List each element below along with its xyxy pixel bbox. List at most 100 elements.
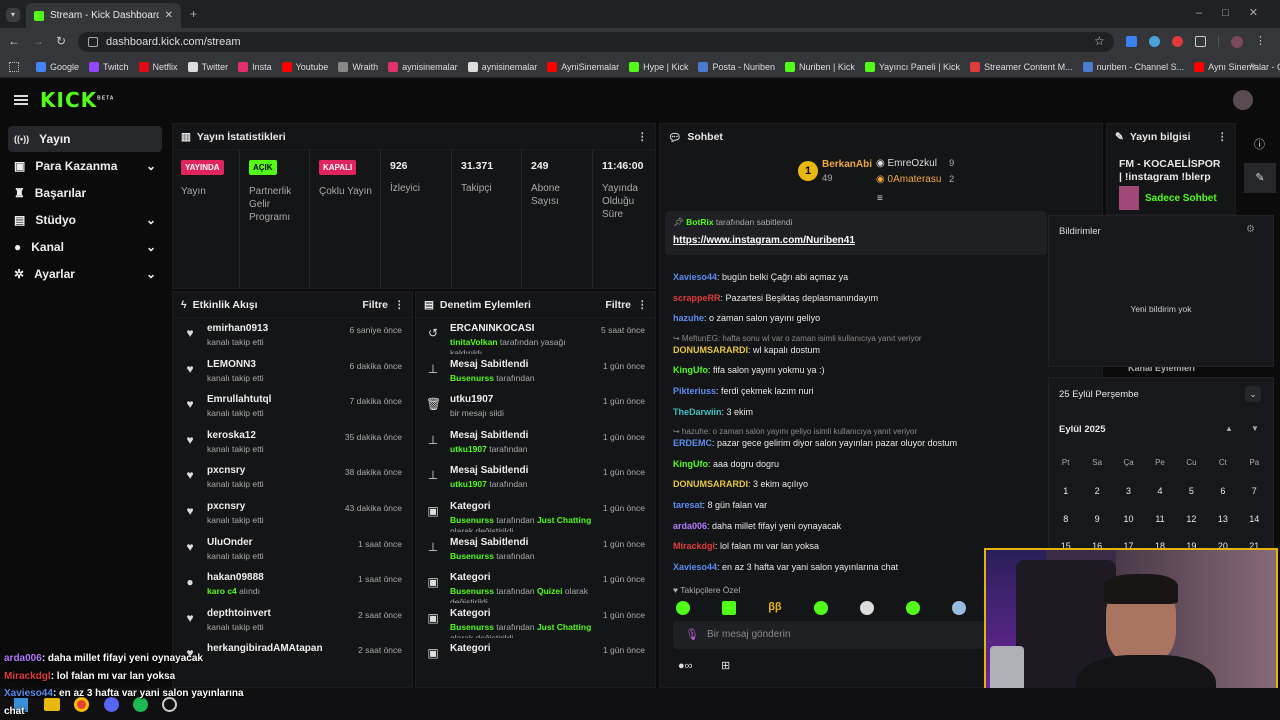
activity-user[interactable]: emirhan0913 [207, 323, 340, 334]
emote-icon[interactable] [952, 601, 966, 615]
activity-user[interactable]: pxcnsry [207, 501, 335, 512]
activity-user[interactable]: LEMONN3 [207, 359, 340, 370]
chat-username[interactable]: arda006 [673, 521, 707, 531]
collapse-calendar-icon[interactable]: ⌄ [1245, 386, 1261, 402]
chrome-icon[interactable] [74, 697, 89, 712]
bookmark-star-icon[interactable]: ☆ [1094, 34, 1105, 48]
forward-icon[interactable]: → [32, 34, 44, 48]
chat-username[interactable]: taresat [673, 500, 703, 510]
emote-icon[interactable] [813, 601, 828, 615]
sidebar-item-studio[interactable]: ▤ Stüdyo ⌄ [8, 207, 162, 233]
profile-avatar-icon[interactable] [1231, 36, 1243, 48]
chat-username[interactable]: ERDEMC [673, 438, 712, 448]
bookmark-item[interactable]: Posta - Nuriben [698, 61, 775, 72]
bookmark-item[interactable]: Wraith [338, 61, 378, 72]
bookmark-item[interactable]: Hype | Kick [629, 61, 688, 72]
more-options-icon[interactable]: ⋮ [1217, 131, 1228, 143]
chat-username[interactable]: TheDarwiin [673, 407, 722, 417]
calendar-day[interactable]: 11 [1144, 514, 1175, 524]
gift-icon[interactable]: ⊞ [721, 659, 730, 672]
bookmark-item[interactable]: Youtube [281, 61, 328, 72]
chat-username[interactable]: DONUMSARARDI [673, 479, 748, 489]
moderator-name[interactable]: Busenurss [450, 551, 494, 561]
filter-button[interactable]: Filtre [362, 299, 388, 311]
microphone-icon[interactable]: 🎙︎ [685, 628, 699, 641]
sidebar-item-settings[interactable]: ✲ Ayarlar ⌄ [8, 261, 162, 287]
chat-username[interactable]: KingUfo [673, 365, 708, 375]
prev-month-icon[interactable]: ▲ [1225, 424, 1233, 433]
activity-user[interactable]: UluOnder [207, 537, 348, 548]
emote-icon[interactable] [905, 601, 920, 615]
bookmark-item[interactable]: aynisinemalar [388, 61, 458, 72]
moderator-name[interactable]: Busenurss [450, 373, 494, 383]
activity-user[interactable]: pxcnsry [207, 465, 335, 476]
file-explorer-icon[interactable] [44, 698, 60, 711]
chat-username[interactable]: Xavieso44 [673, 272, 717, 282]
back-icon[interactable]: ← [8, 34, 20, 48]
emote-icon[interactable] [722, 601, 737, 615]
calendar-day[interactable]: 2 [1081, 486, 1112, 496]
sidebar-item-monetization[interactable]: ▣ Para Kazanma ⌄ [8, 153, 162, 179]
calendar-day[interactable]: 7 [1239, 486, 1270, 496]
top-gifter-name[interactable]: BerkanAbi [822, 159, 872, 170]
more-options-icon[interactable]: ⋮ [394, 299, 405, 311]
chat-tools-icon[interactable]: ●∞ [678, 660, 693, 672]
browser-menu-icon[interactable]: ⋮ [1255, 36, 1266, 48]
chat-input[interactable]: 🎙︎ Bir mesaj gönderin [673, 621, 985, 649]
notification-settings-icon[interactable]: ⚙ [1246, 224, 1255, 235]
moderator-name[interactable]: utku1907 [450, 479, 487, 489]
sidebar-item-achievements[interactable]: ♜ Başarılar [8, 180, 162, 206]
reload-icon[interactable]: ↻ [56, 34, 66, 48]
collapse-leaderboard-icon[interactable]: ≡ [877, 193, 883, 204]
site-info-icon[interactable] [88, 37, 98, 47]
emote-icon[interactable] [676, 601, 690, 615]
activity-user[interactable]: hakan09888 [207, 572, 348, 583]
chat-username[interactable]: Pikteriuss [673, 386, 716, 396]
browser-tab[interactable]: Stream - Kick Dashboard ✕ [26, 3, 181, 28]
more-options-icon[interactable]: ⋮ [637, 299, 648, 311]
bookmark-item[interactable]: Twitch [89, 61, 129, 72]
bookmark-item[interactable]: Yayıncı Paneli | Kick [864, 61, 960, 72]
bookmark-item[interactable]: Google [36, 61, 79, 72]
moderator-name[interactable]: Busenurss [450, 622, 494, 632]
calendar-day[interactable]: 13 [1207, 514, 1238, 524]
more-options-icon[interactable]: ⋮ [637, 131, 648, 143]
chat-username[interactable]: KingUfo [673, 459, 708, 469]
calendar-day[interactable]: 3 [1113, 486, 1144, 496]
hamburger-menu-icon[interactable] [14, 95, 28, 105]
bookmark-item[interactable]: nuriben - Channel S... [1082, 61, 1184, 72]
activity-user[interactable]: Emrullahtutql [207, 394, 340, 405]
activity-user[interactable]: keroska12 [207, 430, 335, 441]
second-gifter[interactable]: ◉ EmreOzkul [876, 158, 937, 169]
bookmark-item[interactable]: Aynı Sinemalar - Ça... [1194, 61, 1280, 72]
moderator-name[interactable]: Busenurss [450, 586, 494, 596]
sidebar-item-stream[interactable]: ((•)) Yayın [8, 126, 162, 152]
more-bookmarks-icon[interactable]: » [1250, 60, 1256, 71]
window-controls[interactable]: –□✕ [1196, 6, 1278, 19]
calendar-day[interactable]: 1 [1050, 486, 1081, 496]
extension-shield-icon[interactable] [1126, 36, 1137, 47]
pinned-link[interactable]: https://www.instagram.com/Nuriben41 [673, 235, 855, 246]
activity-user[interactable]: herkangibiradAMAtapan [207, 643, 348, 654]
extension-red-icon[interactable] [1172, 36, 1183, 47]
info-icon[interactable]: ⓘ [1254, 136, 1265, 152]
filter-button[interactable]: Filtre [605, 299, 631, 311]
calendar-day[interactable]: 12 [1176, 514, 1207, 524]
bookmark-item[interactable]: Insta [238, 61, 272, 72]
chat-username[interactable]: Mirackdgl [673, 541, 715, 551]
extensions-puzzle-icon[interactable] [1195, 36, 1206, 47]
calendar-day[interactable]: 10 [1113, 514, 1144, 524]
bookmark-item[interactable]: Streamer Content M... [970, 61, 1073, 72]
bookmark-item[interactable]: Nuriben | Kick [784, 61, 855, 72]
chat-username[interactable]: hazuhe [673, 313, 704, 323]
sidebar-item-channel[interactable]: ● Kanal ⌄ [8, 234, 162, 260]
pinned-by[interactable]: BotRix [686, 217, 713, 227]
moderator-name[interactable]: tinitaVolkan [450, 337, 498, 347]
user-avatar[interactable] [1233, 90, 1253, 110]
calendar-day[interactable]: 5 [1176, 486, 1207, 496]
calendar-day[interactable]: 6 [1207, 486, 1238, 496]
chat-username[interactable]: Xavieso44 [673, 562, 717, 572]
extension-globe-icon[interactable] [1149, 36, 1160, 47]
new-tab-icon[interactable]: + [190, 7, 197, 21]
bookmark-item[interactable]: aynisinemalar [467, 61, 537, 72]
